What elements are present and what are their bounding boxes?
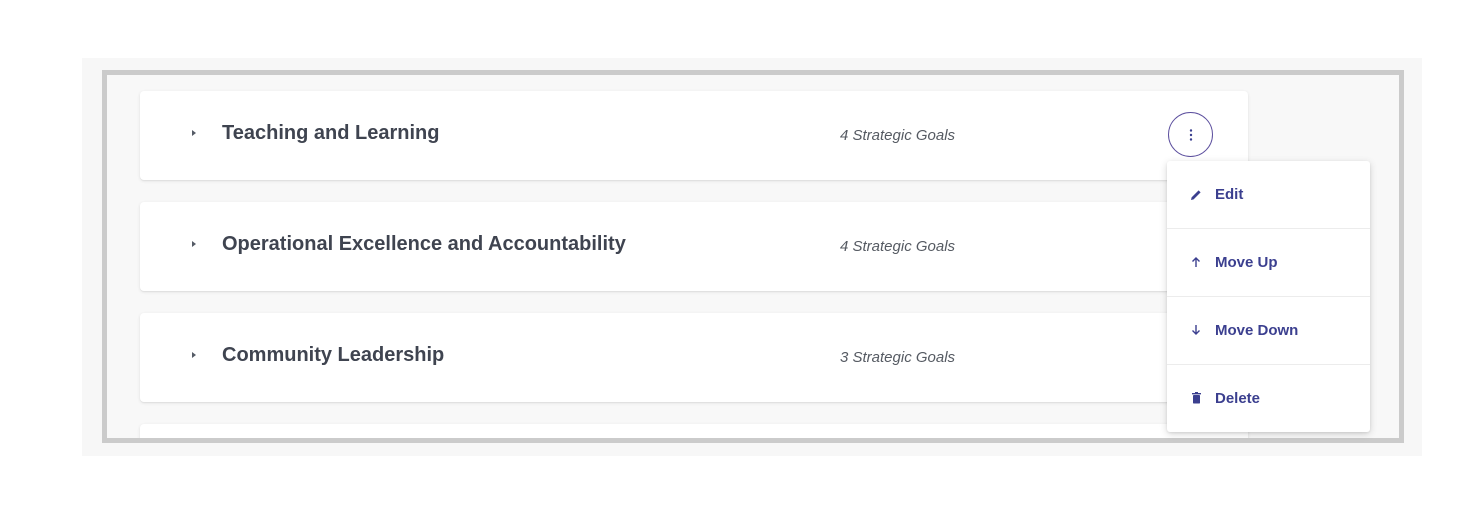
objective-card[interactable]: Operational Excellence and Accountabilit…	[140, 202, 1248, 291]
objective-card[interactable]: Community Leadership 3 Strategic Goals	[140, 313, 1248, 402]
expand-caret-icon[interactable]	[192, 352, 196, 358]
objective-title: Community Leadership	[222, 344, 445, 366]
menu-item-label: Move Up	[1215, 253, 1278, 271]
arrow-up-icon	[1189, 255, 1203, 269]
menu-item-label: Delete	[1215, 389, 1261, 407]
strategic-goals-count: 4 Strategic Goals	[840, 238, 956, 255]
expand-caret-icon[interactable]	[192, 130, 196, 136]
options-dropdown-menu: Edit Move Up Move Down Delete	[1167, 161, 1370, 432]
vertical-dots-icon	[1189, 128, 1192, 141]
objective-title: Operational Excellence and Accountabilit…	[222, 233, 626, 255]
arrow-down-icon	[1189, 323, 1203, 337]
menu-item-edit[interactable]: Edit	[1167, 161, 1370, 228]
strategic-goals-count: 4 Strategic Goals	[840, 127, 956, 144]
pencil-icon	[1189, 188, 1203, 202]
objective-card[interactable]: Teaching and Learning 4 Strategic Goals	[140, 91, 1248, 180]
objective-title: Teaching and Learning	[222, 122, 440, 144]
trash-icon	[1189, 391, 1203, 405]
expand-caret-icon[interactable]	[192, 241, 196, 247]
menu-item-label: Move Down	[1215, 321, 1299, 339]
menu-item-label: Edit	[1215, 186, 1244, 203]
objective-card-partial[interactable]	[140, 424, 1248, 438]
strategic-goals-count: 3 Strategic Goals	[840, 349, 956, 366]
menu-item-move-up[interactable]: Move Up	[1167, 228, 1370, 295]
more-options-button[interactable]	[1168, 112, 1213, 157]
menu-item-delete[interactable]: Delete	[1167, 364, 1370, 431]
menu-item-move-down[interactable]: Move Down	[1167, 296, 1370, 363]
